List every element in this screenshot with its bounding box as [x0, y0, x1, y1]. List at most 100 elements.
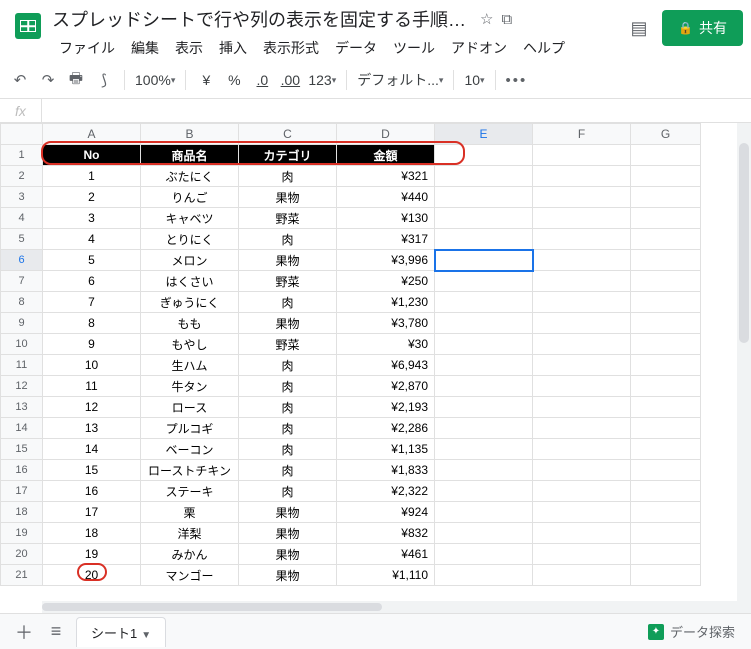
- cell[interactable]: 肉: [239, 376, 337, 397]
- row-header[interactable]: 4: [1, 208, 43, 229]
- cell[interactable]: 果物: [239, 502, 337, 523]
- cell[interactable]: 野菜: [239, 271, 337, 292]
- cell[interactable]: [435, 460, 533, 481]
- cell[interactable]: [631, 292, 701, 313]
- cell[interactable]: カテゴリ: [239, 145, 337, 166]
- cell[interactable]: ¥1,833: [337, 460, 435, 481]
- cell[interactable]: 果物: [239, 544, 337, 565]
- cell[interactable]: ¥1,135: [337, 439, 435, 460]
- add-sheet-button[interactable]: ＋: [8, 618, 40, 646]
- cell[interactable]: 牛タン: [141, 376, 239, 397]
- cell[interactable]: 6: [43, 271, 141, 292]
- menu-addons[interactable]: アドオン: [444, 34, 514, 62]
- cell[interactable]: [435, 250, 533, 271]
- cell[interactable]: 11: [43, 376, 141, 397]
- cell[interactable]: [533, 271, 631, 292]
- cell[interactable]: 10: [43, 355, 141, 376]
- cell[interactable]: [631, 397, 701, 418]
- cell[interactable]: みかん: [141, 544, 239, 565]
- cell[interactable]: [631, 460, 701, 481]
- number-format-select[interactable]: 123: [306, 68, 338, 92]
- cell[interactable]: ¥461: [337, 544, 435, 565]
- cell[interactable]: 15: [43, 460, 141, 481]
- cell[interactable]: [631, 502, 701, 523]
- cell[interactable]: ぶたにく: [141, 166, 239, 187]
- row-header[interactable]: 2: [1, 166, 43, 187]
- cell[interactable]: 肉: [239, 439, 337, 460]
- cell[interactable]: 肉: [239, 418, 337, 439]
- cell[interactable]: ステーキ: [141, 481, 239, 502]
- cell[interactable]: ¥3,780: [337, 313, 435, 334]
- cell[interactable]: 金額: [337, 145, 435, 166]
- cell[interactable]: 野菜: [239, 334, 337, 355]
- row-header[interactable]: 5: [1, 229, 43, 250]
- cell[interactable]: 果物: [239, 523, 337, 544]
- cell[interactable]: ¥3,996: [337, 250, 435, 271]
- cell[interactable]: 野菜: [239, 208, 337, 229]
- cell[interactable]: ¥1,110: [337, 565, 435, 586]
- row-header[interactable]: 6: [1, 250, 43, 271]
- cell[interactable]: 7: [43, 292, 141, 313]
- select-all-corner[interactable]: [1, 124, 43, 145]
- cell[interactable]: ローストチキン: [141, 460, 239, 481]
- row-header[interactable]: 16: [1, 460, 43, 481]
- cell[interactable]: [435, 145, 533, 166]
- col-header-F[interactable]: F: [533, 124, 631, 145]
- cell[interactable]: [435, 229, 533, 250]
- cell[interactable]: [435, 292, 533, 313]
- all-sheets-button[interactable]: ≡: [40, 618, 72, 646]
- row-header[interactable]: 9: [1, 313, 43, 334]
- cell[interactable]: 12: [43, 397, 141, 418]
- row-header[interactable]: 19: [1, 523, 43, 544]
- cell[interactable]: 16: [43, 481, 141, 502]
- cell[interactable]: [435, 376, 533, 397]
- cell[interactable]: [435, 187, 533, 208]
- move-icon[interactable]: ⧉: [501, 11, 512, 28]
- cell[interactable]: はくさい: [141, 271, 239, 292]
- row-header[interactable]: 13: [1, 397, 43, 418]
- cell[interactable]: ベーコン: [141, 439, 239, 460]
- cell[interactable]: [435, 334, 533, 355]
- cell[interactable]: [533, 418, 631, 439]
- row-header[interactable]: 12: [1, 376, 43, 397]
- menu-data[interactable]: データ: [328, 34, 384, 62]
- cell[interactable]: ¥130: [337, 208, 435, 229]
- cell[interactable]: [631, 334, 701, 355]
- fx-icon[interactable]: fx: [0, 99, 42, 122]
- cell[interactable]: [631, 313, 701, 334]
- cell[interactable]: [631, 355, 701, 376]
- cell[interactable]: 14: [43, 439, 141, 460]
- cell[interactable]: ¥2,286: [337, 418, 435, 439]
- cell[interactable]: [435, 397, 533, 418]
- cell[interactable]: [435, 355, 533, 376]
- col-header-D[interactable]: D: [337, 124, 435, 145]
- menu-help[interactable]: ヘルプ: [516, 34, 572, 62]
- explore-button[interactable]: ✦ データ探索: [640, 618, 743, 645]
- cell[interactable]: [631, 250, 701, 271]
- cell[interactable]: 果物: [239, 187, 337, 208]
- cell[interactable]: 13: [43, 418, 141, 439]
- star-icon[interactable]: ☆: [480, 10, 493, 28]
- doc-title[interactable]: スプレッドシートで行や列の表示を固定する手順：ウ...: [52, 6, 472, 32]
- sheets-logo[interactable]: [8, 6, 48, 46]
- cell[interactable]: [533, 313, 631, 334]
- cell[interactable]: [435, 481, 533, 502]
- cell[interactable]: 肉: [239, 397, 337, 418]
- row-header[interactable]: 18: [1, 502, 43, 523]
- cell[interactable]: [533, 208, 631, 229]
- cell[interactable]: [631, 208, 701, 229]
- font-select[interactable]: デフォルト...: [355, 68, 445, 92]
- vertical-scrollbar[interactable]: [737, 123, 751, 613]
- row-header[interactable]: 7: [1, 271, 43, 292]
- cell[interactable]: [533, 187, 631, 208]
- cell[interactable]: [533, 439, 631, 460]
- cell[interactable]: [533, 376, 631, 397]
- zoom-select[interactable]: 100%: [133, 68, 177, 92]
- cell[interactable]: [533, 565, 631, 586]
- print-icon[interactable]: 🖶: [64, 68, 88, 92]
- cell[interactable]: 商品名: [141, 145, 239, 166]
- cell[interactable]: [435, 439, 533, 460]
- menu-view[interactable]: 表示: [168, 34, 210, 62]
- sheet-tab-1[interactable]: シート1▼: [76, 617, 166, 647]
- cell[interactable]: ロース: [141, 397, 239, 418]
